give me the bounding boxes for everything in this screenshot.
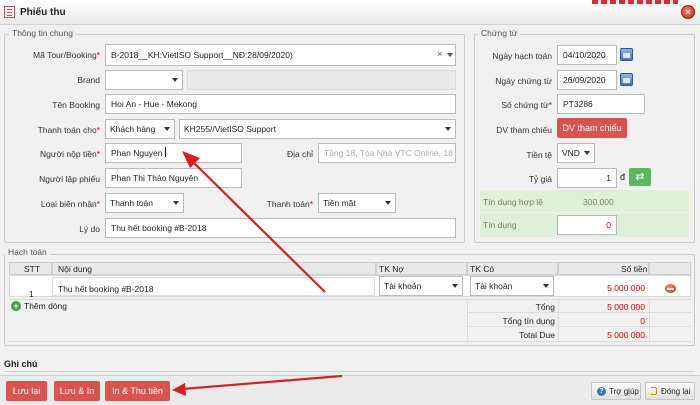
annotation-arrow-line xyxy=(190,159,326,293)
annotation-arrow-line xyxy=(181,374,343,391)
annotation-arrow-head xyxy=(172,383,186,396)
annotation-arrows xyxy=(172,151,343,396)
